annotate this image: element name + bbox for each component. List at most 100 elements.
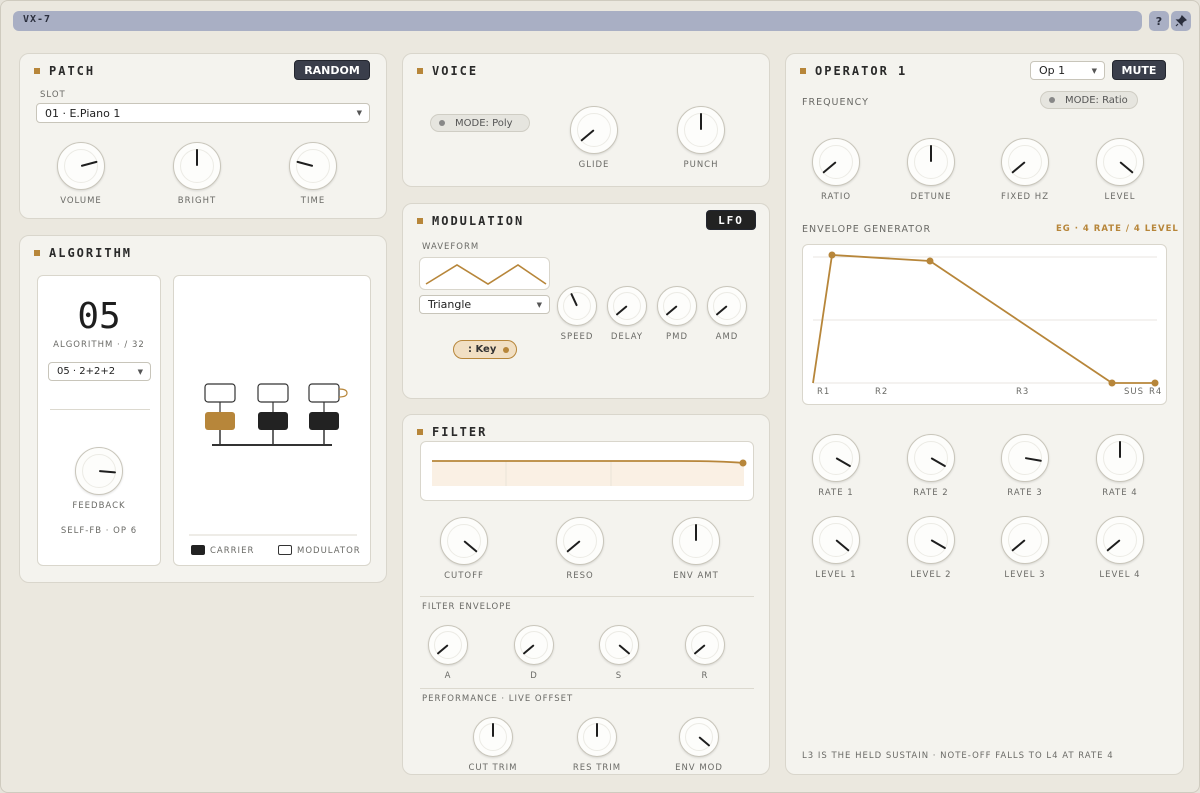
knob-pointer [296,160,314,167]
feedback-knob[interactable] [75,447,123,495]
voice-mode-toggle[interactable]: MODE: Poly [430,114,530,132]
a-knob[interactable] [428,625,468,665]
knob-label: DETUNE [910,192,952,202]
s-knob[interactable] [599,625,639,665]
rate-3-knob[interactable] [1001,434,1049,482]
punch-knob[interactable] [677,106,725,154]
eg-handle-2[interactable] [926,257,934,265]
carrier-op-active[interactable] [205,412,235,430]
cutoff-knob[interactable] [440,517,488,565]
knob-pointer [665,305,678,317]
cut-trim-knob[interactable] [473,717,513,757]
delay-knob[interactable] [607,286,647,326]
volume-knob[interactable] [57,142,105,190]
fixed-hz-knob[interactable] [1001,138,1049,186]
knob-label: RATIO [820,192,852,202]
level-knob[interactable] [1096,138,1144,186]
operator-select-value: Op 1 [1039,64,1066,77]
cutoff-handle[interactable] [739,459,747,467]
time-knob[interactable] [289,142,337,190]
section-marker [800,68,806,74]
slot-value: 01 · E.Piano 1 [45,106,121,120]
knob-pointer [580,129,595,142]
amd-knob[interactable] [707,286,747,326]
knob-label: LEVEL 1 [815,570,857,580]
pmd-knob[interactable] [657,286,697,326]
knob-label: AMD [715,332,739,342]
chevron-down-icon: ▼ [137,367,143,376]
modulator-op[interactable] [308,383,348,403]
slot-select[interactable]: 01 · E.Piano 1 ▼ [36,103,370,123]
key-sync-label: : Key [468,344,497,355]
d-knob[interactable] [514,625,554,665]
carrier-op[interactable] [258,412,288,430]
title-bar[interactable]: VX-7 [13,11,1142,31]
reso-knob[interactable] [556,517,604,565]
env-mod-knob[interactable] [679,717,719,757]
modulator-op[interactable] [204,383,236,403]
knob-pointer [695,523,697,541]
ratio-knob[interactable] [812,138,860,186]
level-1-knob[interactable] [812,516,860,564]
waveform-preview [419,257,550,290]
knob-label: LEVEL 4 [1099,570,1141,580]
knob-pointer [436,644,449,656]
modulator-op[interactable] [257,383,289,403]
detune-knob[interactable] [907,138,955,186]
env-amt-knob[interactable] [672,517,720,565]
section-marker [417,218,423,224]
knob-pointer [835,457,852,468]
algorithm-select[interactable]: 05 · 2+2+2 ▼ [48,362,151,381]
knob-label: RATE 3 [1007,488,1043,498]
eg-point-label: R2 [875,387,889,397]
waveform-select[interactable]: Triangle ▼ [419,295,550,314]
frequency-mode-toggle[interactable]: MODE: Ratio [1040,91,1138,109]
rate-1-knob[interactable] [812,434,860,482]
help-button[interactable]: ? [1149,11,1169,31]
knob-pointer [715,305,728,317]
eg-handle-1[interactable] [828,251,836,259]
section-marker [417,429,423,435]
knob-label: TIME [300,196,326,206]
knob-label: PUNCH [683,160,719,170]
key-sync-toggle[interactable]: : Key [453,340,517,359]
level-3-knob[interactable] [1001,516,1049,564]
level-4-knob[interactable] [1096,516,1144,564]
algorithm-panel: ALGORITHM 05 ALGORITHM · / 32 05 · 2+2+2… [19,235,387,583]
knob-label: CUT TRIM [468,763,518,773]
mute-button[interactable]: MUTE [1112,60,1166,80]
operator-title: OPERATOR 1 [815,64,908,78]
carrier-op[interactable] [309,412,339,430]
level-2-knob[interactable] [907,516,955,564]
knob-pointer [930,539,947,550]
modulation-title: MODULATION [432,214,525,228]
section-marker [34,68,40,74]
eg-label: ENVELOPE GENERATOR [802,224,932,235]
pin-icon[interactable] [1171,11,1191,31]
chevron-down-icon: ▼ [356,109,362,117]
knob-pointer [618,644,631,656]
speed-knob[interactable] [557,286,597,326]
operator-select[interactable]: Op 1 ▼ [1030,61,1105,80]
knob-label: S [615,671,623,681]
knob-pointer [522,644,535,656]
knob-label: RES TRIM [572,763,622,773]
feedback-label: FEEDBACK [72,501,126,511]
algorithm-sublabel: ALGORITHM · / 32 [53,340,145,350]
knob-label: A [444,671,452,681]
knob-label: GLIDE [578,160,610,170]
eg-handle-4[interactable] [1151,379,1159,387]
knob-pointer [930,457,947,468]
rate-4-knob[interactable] [1096,434,1144,482]
random-button[interactable]: RANDOM [294,60,370,80]
eg-handle-3[interactable] [1108,379,1116,387]
res-trim-knob[interactable] [577,717,617,757]
lfo-button[interactable]: LFO [706,210,756,230]
bright-knob[interactable] [173,142,221,190]
knob-pointer [570,292,578,307]
glide-knob[interactable] [570,106,618,154]
chevron-down-icon: ▼ [536,300,542,309]
performance-label: PERFORMANCE · LIVE OFFSET [422,694,574,704]
rate-2-knob[interactable] [907,434,955,482]
r-knob[interactable] [685,625,725,665]
